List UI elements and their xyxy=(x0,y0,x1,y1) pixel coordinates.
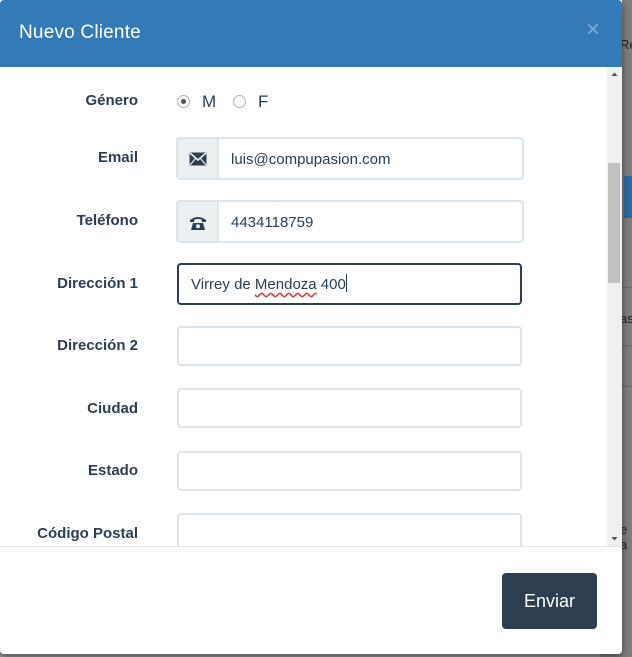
background-button xyxy=(624,176,632,218)
modal-header: Nuevo Cliente × xyxy=(0,0,622,67)
address1-misspelled-word: Mendoza xyxy=(254,276,317,293)
address1-label: Dirección 1 xyxy=(57,275,138,292)
radio-m-label: M xyxy=(202,92,217,111)
state-label: Estado xyxy=(87,462,138,479)
submit-button[interactable]: Enviar xyxy=(502,573,597,629)
phone-icon xyxy=(190,217,206,230)
phone-input-group: 4434118759 xyxy=(176,200,524,243)
city-field[interactable] xyxy=(177,388,522,428)
address1-text-end: 400 xyxy=(316,276,346,293)
zip-label: Código Postal xyxy=(37,525,138,542)
city-label: Ciudad xyxy=(87,400,138,417)
text-cursor xyxy=(345,274,347,292)
gender-label: Género xyxy=(85,92,138,109)
zip-field[interactable] xyxy=(177,513,522,546)
address2-field[interactable] xyxy=(177,326,522,366)
address1-text: Virrey de xyxy=(191,276,255,293)
email-label: Email xyxy=(97,149,138,166)
email-input-group: luis@compupasion.com xyxy=(176,137,524,180)
radio-f[interactable] xyxy=(233,95,246,108)
email-addon xyxy=(176,137,218,180)
modal-footer: Enviar xyxy=(0,546,622,654)
phone-addon xyxy=(176,200,218,243)
new-client-modal: Nuevo Cliente × Género M F Email luis@co… xyxy=(0,0,622,654)
modal-body: Género M F Email luis@compupasion.com Te… xyxy=(0,67,622,546)
envelope-icon xyxy=(189,152,207,166)
scroll-up-arrow-icon[interactable] xyxy=(607,67,622,83)
close-icon[interactable]: × xyxy=(586,18,600,42)
address1-field[interactable]: Virrey de Mendoza 400 xyxy=(177,263,522,305)
gender-row: Género M F xyxy=(0,92,600,136)
modal-scrollbar[interactable] xyxy=(607,67,622,546)
radio-f-label: F xyxy=(258,92,269,111)
address2-label: Dirección 2 xyxy=(57,337,138,354)
scroll-thumb[interactable] xyxy=(608,163,620,283)
modal-title: Nuevo Cliente xyxy=(19,22,141,43)
state-field[interactable] xyxy=(177,451,522,491)
email-field[interactable]: luis@compupasion.com xyxy=(217,137,524,180)
phone-field[interactable]: 4434118759 xyxy=(217,200,524,243)
radio-m[interactable] xyxy=(177,95,190,108)
phone-label: Teléfono xyxy=(76,212,138,229)
scroll-down-arrow-icon[interactable] xyxy=(607,530,622,546)
